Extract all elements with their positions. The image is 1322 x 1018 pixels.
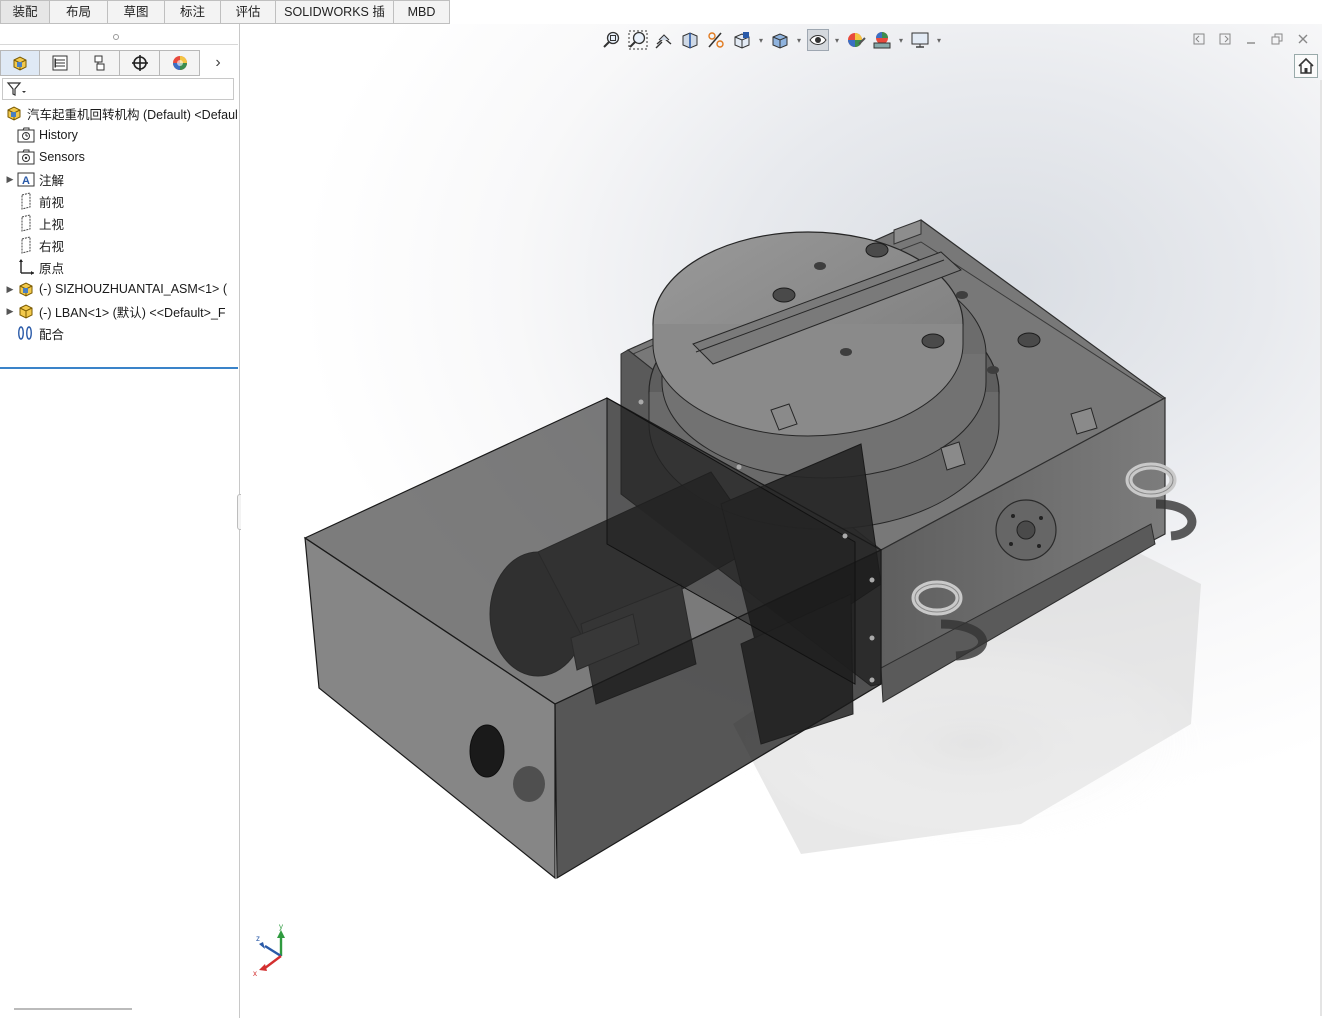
- previous-view-icon[interactable]: [653, 29, 675, 51]
- tab-mbd[interactable]: MBD: [394, 0, 450, 24]
- expand-icon[interactable]: ▶: [4, 306, 16, 317]
- expand-icon[interactable]: ▶: [4, 284, 16, 295]
- tree-item-right-plane[interactable]: 右视: [0, 234, 238, 256]
- dynamic-annotation-icon[interactable]: [705, 29, 727, 51]
- view-settings-icon[interactable]: [909, 29, 931, 51]
- tile-left-icon[interactable]: [1192, 32, 1206, 46]
- reference-triad: y z x: [253, 924, 285, 978]
- tree-item-origin[interactable]: 原点: [0, 256, 238, 278]
- feature-manager-icon[interactable]: [0, 50, 40, 76]
- tree-item-front-plane[interactable]: 前视: [0, 190, 238, 212]
- tab-sketch[interactable]: 草图: [108, 0, 165, 24]
- filter-icon[interactable]: [6, 81, 28, 100]
- configuration-manager-icon[interactable]: [80, 50, 120, 76]
- mates-icon: [16, 324, 36, 342]
- tree-item-label: 上视: [39, 217, 65, 232]
- tree-item-label: History: [39, 128, 78, 142]
- tree-item-label: 汽车起重机回转机构 (Default) <Default: [27, 107, 238, 122]
- sensors-folder-icon: [16, 148, 36, 166]
- tab-layout[interactable]: 布局: [50, 0, 108, 24]
- plane-icon: [16, 236, 36, 254]
- zoom-to-area-icon[interactable]: [627, 29, 649, 51]
- feature-tree: 汽车起重机回转机构 (Default) <Default History Sen…: [0, 102, 238, 344]
- tree-item-label: 右视: [39, 239, 65, 254]
- triad-y-label: y: [279, 924, 283, 931]
- pane-collapse-handle[interactable]: [113, 34, 119, 40]
- triad-z-label: z: [256, 934, 260, 943]
- plane-icon: [16, 214, 36, 232]
- plane-icon: [16, 192, 36, 210]
- chevron-down-icon[interactable]: ▾: [795, 36, 803, 45]
- tree-filter-field[interactable]: [2, 78, 234, 100]
- minimize-icon[interactable]: [1244, 32, 1258, 46]
- home-view-icon[interactable]: [1294, 54, 1318, 78]
- history-folder-icon: [16, 126, 36, 144]
- heads-up-view-toolbar: ▾ ▾ ▾ ▾ ▾: [601, 24, 943, 56]
- tile-right-icon[interactable]: [1218, 32, 1232, 46]
- command-manager-tabs: 装配体 布局 草图 标注 评估 SOLIDWORKS 插件 MBD: [0, 0, 450, 42]
- apply-scene-icon[interactable]: [871, 29, 893, 51]
- tree-item-label: 配合: [39, 327, 65, 342]
- svg-text:A: A: [22, 175, 30, 187]
- tree-item-label: 注解: [39, 173, 65, 188]
- triad-x-label: x: [253, 969, 257, 978]
- tree-item-label: (-) LBAN<1> (默认) <<Default>_F: [39, 305, 226, 320]
- tree-item-annotations[interactable]: ▶ A 注解: [0, 168, 238, 190]
- tree-item-top-assembly[interactable]: 汽车起重机回转机构 (Default) <Default: [0, 102, 238, 124]
- display-manager-icon[interactable]: [160, 50, 200, 76]
- view-orientation-icon[interactable]: [731, 29, 753, 51]
- tree-item-subassembly[interactable]: ▶ (-) SIZHOUZHUANTAI_ASM<1> (: [0, 278, 238, 300]
- annotations-folder-icon: A: [16, 170, 36, 188]
- graphics-area[interactable]: ▾ ▾ ▾ ▾ ▾ y z x: [241, 24, 1322, 1018]
- restore-icon[interactable]: [1270, 32, 1284, 46]
- edit-appearance-icon[interactable]: [845, 29, 867, 51]
- tree-item-label: (-) SIZHOUZHUANTAI_ASM<1> (: [39, 282, 227, 296]
- tree-item-mates[interactable]: 配合: [0, 322, 238, 344]
- feature-manager-pane: › 汽车起重机回转机构 (Default) <Default History S…: [0, 24, 247, 1018]
- part-icon: [16, 302, 36, 320]
- subassembly-icon: [16, 280, 36, 298]
- assembly-icon: [4, 104, 24, 122]
- chevron-down-icon[interactable]: ▾: [897, 36, 905, 45]
- divider: [0, 44, 238, 45]
- tree-item-part[interactable]: ▶ (-) LBAN<1> (默认) <<Default>_F: [0, 300, 238, 322]
- tab-solidworks-addins[interactable]: SOLIDWORKS 插件: [276, 0, 394, 42]
- property-manager-icon[interactable]: [40, 50, 80, 76]
- expand-icon[interactable]: ▶: [4, 174, 16, 185]
- close-icon[interactable]: [1296, 32, 1310, 46]
- zoom-to-fit-icon[interactable]: [601, 29, 623, 51]
- tab-evaluate[interactable]: 评估: [221, 0, 276, 24]
- display-style-icon[interactable]: [769, 29, 791, 51]
- chevron-down-icon[interactable]: ▾: [935, 36, 943, 45]
- tree-item-label: Sensors: [39, 150, 85, 164]
- tree-item-top-plane[interactable]: 上视: [0, 212, 238, 234]
- tab-assembly[interactable]: 装配体: [0, 0, 50, 42]
- tree-item-label: 前视: [39, 195, 65, 210]
- horizontal-scrollbar[interactable]: [14, 1008, 132, 1010]
- more-managers-chevron[interactable]: ›: [200, 50, 236, 76]
- tab-markup[interactable]: 标注: [165, 0, 221, 24]
- chevron-down-icon[interactable]: ▾: [757, 36, 765, 45]
- tree-end-marker: [0, 367, 238, 369]
- chevron-down-icon[interactable]: ▾: [833, 36, 841, 45]
- tree-item-history[interactable]: History: [0, 124, 238, 146]
- manager-tabs: ›: [0, 50, 238, 76]
- hide-show-items-icon[interactable]: [807, 29, 829, 51]
- dimxpert-icon[interactable]: [120, 50, 160, 76]
- section-view-icon[interactable]: [679, 29, 701, 51]
- origin-icon: [16, 258, 36, 276]
- tree-item-sensors[interactable]: Sensors: [0, 146, 238, 168]
- tree-item-label: 原点: [39, 261, 65, 276]
- viewport-window-controls: [1192, 32, 1310, 46]
- assembly-model[interactable]: [241, 24, 1322, 1018]
